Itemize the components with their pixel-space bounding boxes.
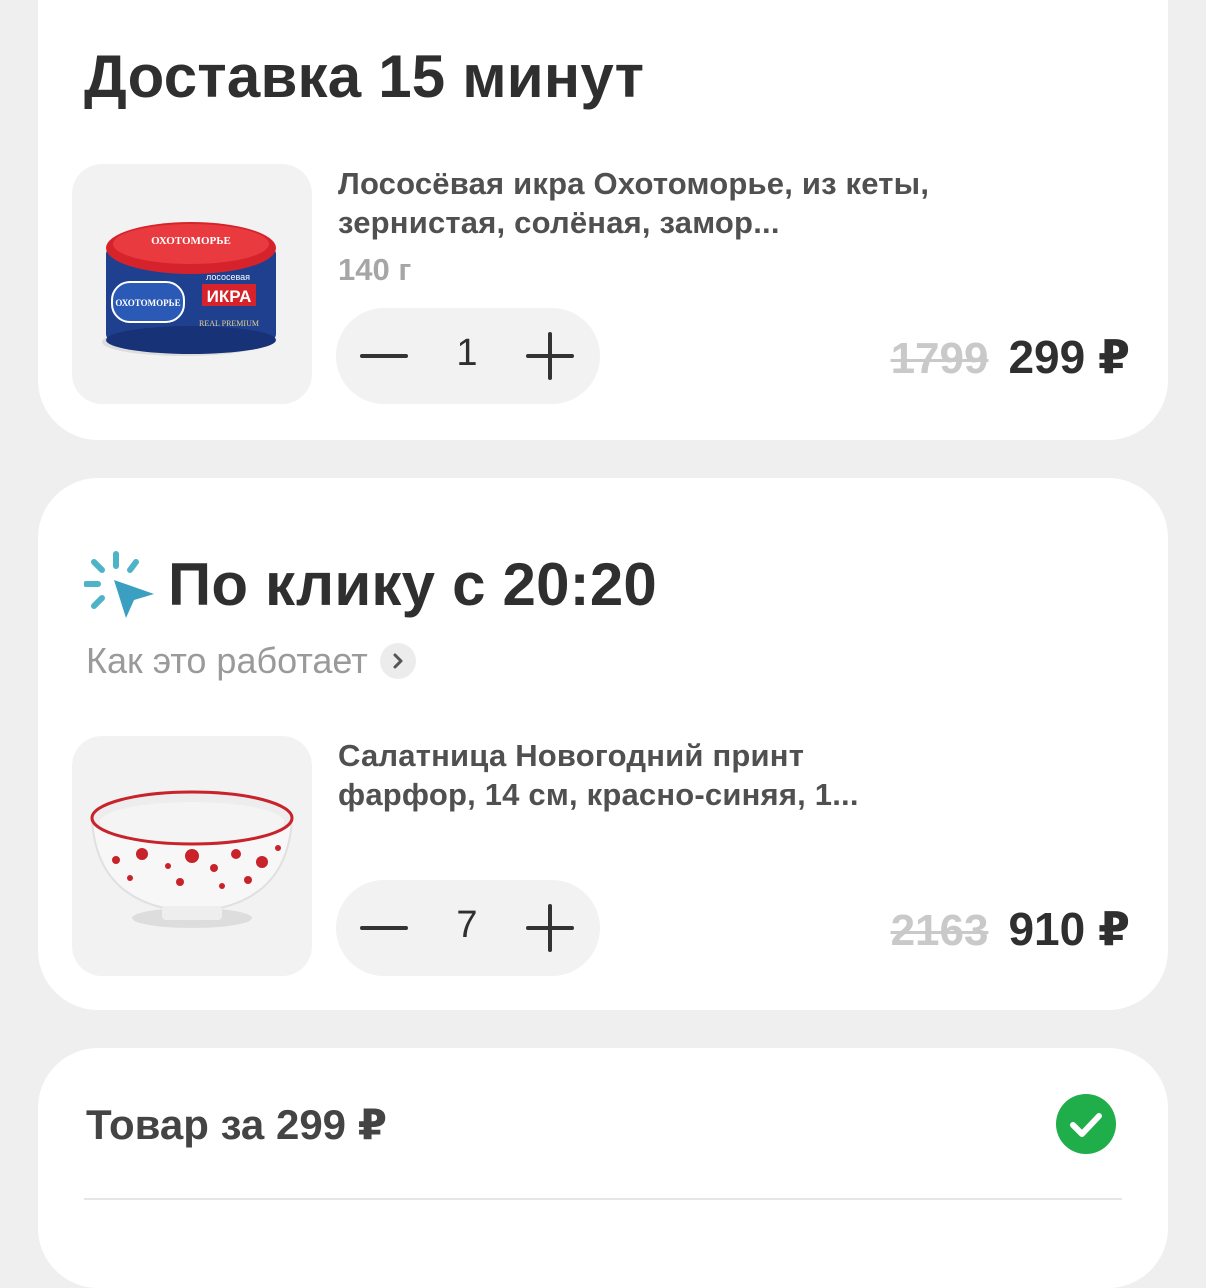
caviar-old-price: 1799	[890, 334, 989, 383]
summary-card: Товар за 299 ₽	[38, 1048, 1168, 1288]
bowl-price: 910 ₽	[1008, 903, 1130, 955]
how-it-works-link[interactable]: Как это работает	[86, 640, 416, 682]
delivery-card: Доставка 15 минут ОХОТОМОРЬЕ ОХОТОМОРЬЕ …	[38, 0, 1168, 440]
bowl-quantity-value: 7	[456, 904, 478, 946]
caviar-quantity-stepper: 1	[336, 308, 600, 404]
cursor-click-icon	[84, 551, 154, 618]
plus-icon[interactable]	[526, 904, 574, 952]
plus-icon[interactable]	[526, 332, 574, 380]
caviar-price-row: 1799 299 ₽	[891, 330, 1130, 384]
svg-text:ИКРА: ИКРА	[207, 287, 252, 306]
bowl-product-name[interactable]: Салатница Новогодний принт фарфор, 14 см…	[338, 736, 938, 814]
bowl-quantity-stepper: 7	[336, 880, 600, 976]
bowl-price-row: 2163 910 ₽	[891, 902, 1130, 956]
chevron-right-icon	[379, 643, 416, 679]
svg-text:ОХОТОМОРЬЕ: ОХОТОМОРЬЕ	[151, 235, 231, 247]
svg-text:лососевая: лососевая	[206, 272, 250, 282]
click-delivery-title: По клику с 20:20	[168, 551, 657, 618]
bowl-product-image[interactable]	[72, 736, 312, 976]
summary-item-text: Товар за 299 ₽	[86, 1101, 387, 1148]
caviar-product-name[interactable]: Лососёвая икра Охотоморье, из кеты, зерн…	[338, 164, 938, 242]
caviar-product-image[interactable]: ОХОТОМОРЬЕ ОХОТОМОРЬЕ лососевая ИКРА REA…	[72, 164, 312, 404]
svg-text:ОХОТОМОРЬЕ: ОХОТОМОРЬЕ	[115, 298, 180, 308]
caviar-tin-image: ОХОТОМОРЬЕ ОХОТОМОРЬЕ лососевая ИКРА REA…	[102, 222, 276, 356]
bowl-old-price: 2163	[890, 906, 989, 955]
caviar-price: 299 ₽	[1008, 331, 1130, 383]
how-it-works-label: Как это работает	[86, 640, 368, 681]
caviar-quantity-value: 1	[456, 332, 478, 374]
caviar-product-weight: 140 г	[338, 252, 412, 287]
svg-text:REAL PREMIUM: REAL PREMIUM	[199, 319, 259, 328]
divider	[84, 1198, 1122, 1200]
minus-icon[interactable]	[360, 354, 408, 358]
salad-bowl-image	[90, 790, 294, 928]
delivery-title: Доставка 15 минут	[84, 43, 645, 110]
minus-icon[interactable]	[360, 926, 408, 930]
check-icon[interactable]	[1056, 1094, 1116, 1154]
click-delivery-card: По клику с 20:20 Как это работает Салатн…	[38, 478, 1168, 1010]
